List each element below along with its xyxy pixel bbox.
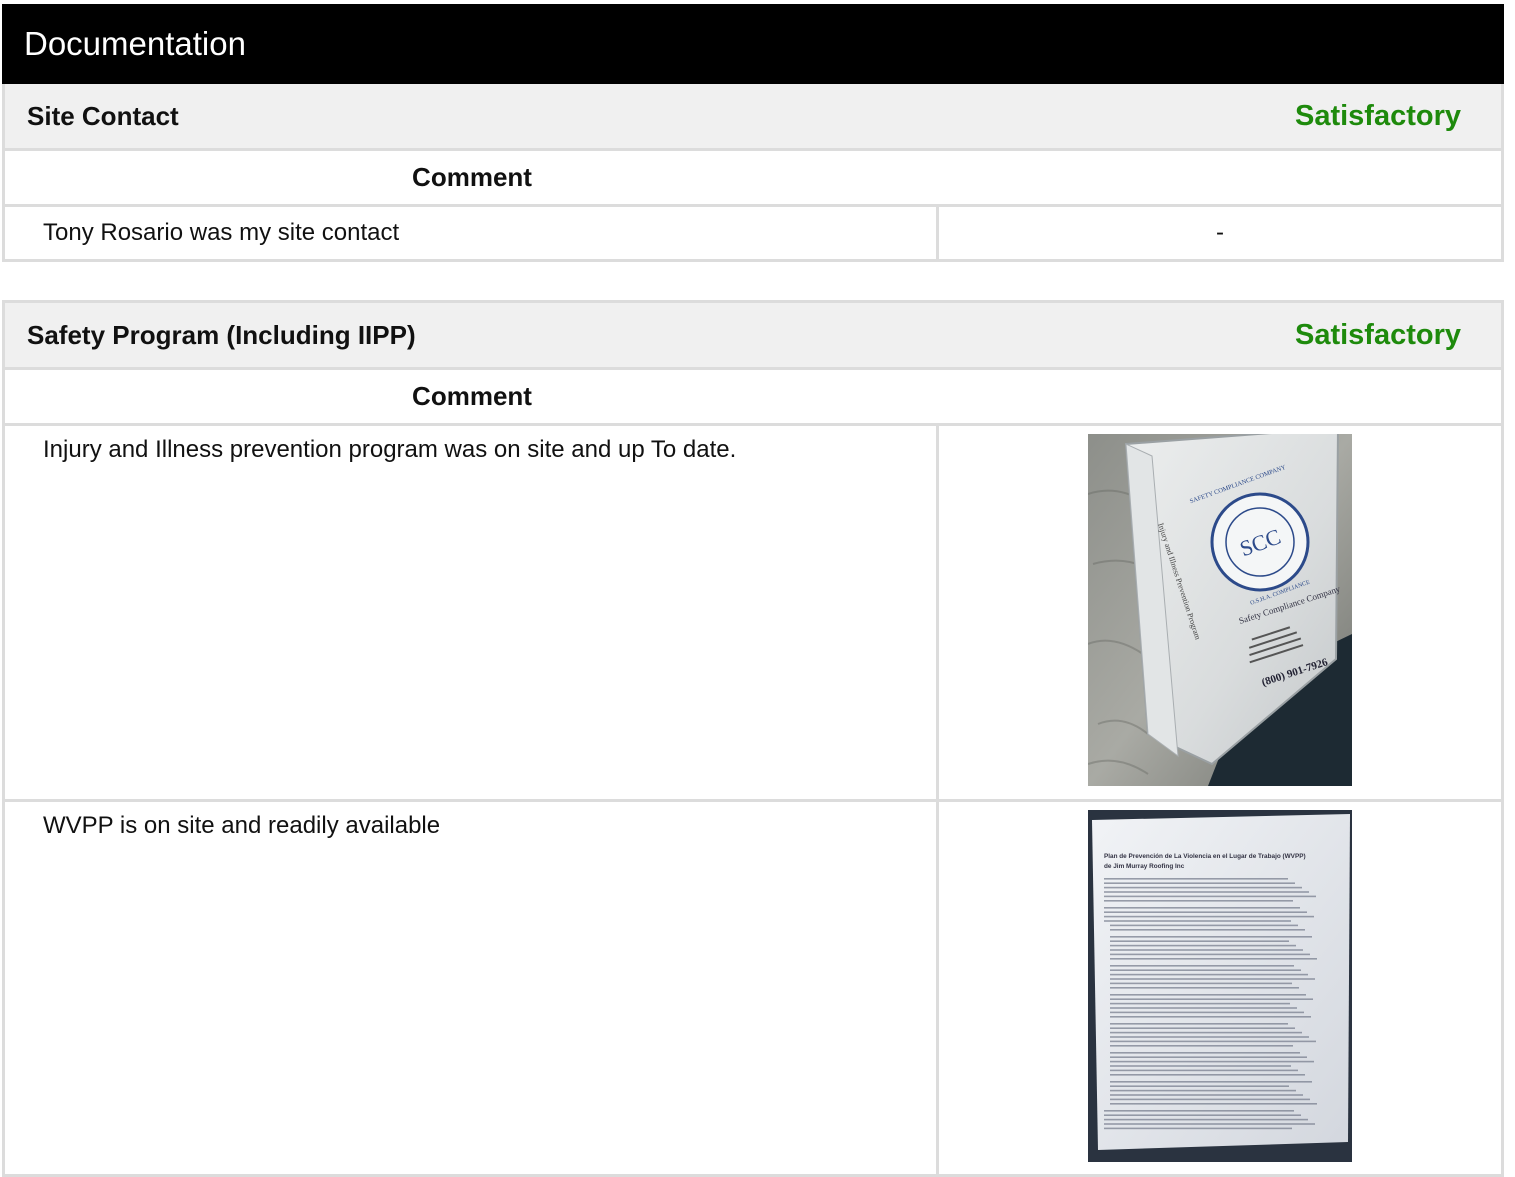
document-text-line xyxy=(1110,958,1317,960)
document-text-line xyxy=(1104,1123,1315,1125)
document-text-line xyxy=(1110,944,1296,947)
document-text-line xyxy=(1104,920,1291,922)
document-text-line xyxy=(1104,1110,1294,1112)
document-text-line xyxy=(1110,1052,1300,1054)
document-text-line xyxy=(1104,1118,1308,1121)
document-text-line xyxy=(1110,1098,1310,1101)
document-text-line xyxy=(1110,953,1310,956)
document-text-line xyxy=(1110,1056,1307,1058)
document-text-line xyxy=(1110,965,1294,967)
document-text-line xyxy=(1110,1069,1298,1072)
document-text-line xyxy=(1110,973,1308,976)
section-header: Site Contact Satisfactory xyxy=(5,84,1501,151)
page-title: Documentation xyxy=(2,4,1504,84)
document-text-line xyxy=(1110,929,1305,931)
document-text-line xyxy=(1110,1081,1312,1083)
document-text-line xyxy=(1110,1036,1309,1038)
document-text-line xyxy=(1110,1007,1297,1009)
section-site-contact: Site Contact Satisfactory Comment Tony R… xyxy=(2,84,1504,262)
section-header: Safety Program (Including IIPP) Satisfac… xyxy=(5,303,1501,370)
document-text-line xyxy=(1110,1065,1291,1067)
document-text-line xyxy=(1110,994,1306,996)
document-text-line xyxy=(1110,987,1299,989)
photo-cell: SCC SAFETY COMPLIANCE COMPANY O.S.H.A. C… xyxy=(939,426,1501,799)
document-text-line xyxy=(1104,907,1300,909)
section-safety-program: Safety Program (Including IIPP) Satisfac… xyxy=(2,300,1504,1177)
document-text-line xyxy=(1104,882,1295,884)
document-text-line xyxy=(1110,1040,1316,1043)
document-text-line xyxy=(1104,1114,1301,1116)
document-text-line xyxy=(1110,949,1303,951)
document-text-line xyxy=(1110,1103,1317,1105)
comment-header-label: Comment xyxy=(412,381,532,411)
document-text-line xyxy=(1110,1074,1305,1076)
binder-photo[interactable]: SCC SAFETY COMPLIANCE COMPANY O.S.H.A. C… xyxy=(1088,434,1352,786)
report: Documentation Site Contact Satisfactory … xyxy=(2,4,1504,1177)
document-text-line xyxy=(1110,1085,1289,1087)
svg-text:Plan de Prevención de La Viole: Plan de Prevención de La Violencia en el… xyxy=(1104,853,1306,860)
document-text-line xyxy=(1104,895,1316,898)
document-text-line xyxy=(1110,1060,1314,1063)
document-text-line xyxy=(1104,1127,1292,1130)
document-text-line xyxy=(1104,886,1302,889)
photo-cell: Plan de Prevención de La Violencia en el… xyxy=(939,802,1501,1174)
document-text-line xyxy=(1110,1045,1293,1047)
document-text-line xyxy=(1110,1002,1290,1005)
comment-text: Tony Rosario was my site contact xyxy=(5,207,939,259)
comment-row: WVPP is on site and readily available Pl… xyxy=(5,802,1501,1174)
document-text-line xyxy=(1110,978,1315,980)
media-placeholder: - xyxy=(1216,219,1224,246)
document-text-line xyxy=(1104,915,1314,918)
document-text-line xyxy=(1110,1031,1302,1034)
document-text-line xyxy=(1104,891,1309,893)
svg-text:de Jim Murray Roofing Inc: de Jim Murray Roofing Inc xyxy=(1104,863,1185,870)
document-text-line xyxy=(1110,940,1289,942)
comment-header: Comment xyxy=(5,151,1501,207)
document-text-line xyxy=(1104,900,1293,902)
section-title: Safety Program (Including IIPP) xyxy=(27,319,416,350)
document-text-line xyxy=(1110,1089,1296,1092)
document-text-line xyxy=(1110,936,1312,938)
comment-row: Injury and Illness prevention program wa… xyxy=(5,426,1501,802)
document-text-line xyxy=(1110,969,1301,971)
document-photo[interactable]: Plan de Prevención de La Violencia en el… xyxy=(1088,810,1352,1162)
document-text-line xyxy=(1110,998,1313,1000)
document-text-line xyxy=(1110,924,1298,927)
status-label: Satisfactory xyxy=(1294,99,1461,132)
status-label: Satisfactory xyxy=(1294,318,1461,351)
document-text-line xyxy=(1110,1023,1288,1025)
document-text-line xyxy=(1110,1016,1311,1018)
document-text-line xyxy=(1110,982,1292,985)
comment-text: Injury and Illness prevention program wa… xyxy=(5,426,939,799)
document-text-line xyxy=(1110,1027,1295,1029)
comment-header-label: Comment xyxy=(412,162,532,192)
comment-header: Comment xyxy=(5,370,1501,426)
document-text-line xyxy=(1110,1011,1304,1014)
comment-text: WVPP is on site and readily available xyxy=(5,802,939,1174)
section-title: Site Contact xyxy=(27,100,179,131)
document-text-line xyxy=(1104,911,1307,913)
comment-row: Tony Rosario was my site contact - xyxy=(5,207,1501,259)
document-text-line xyxy=(1110,1094,1303,1096)
document-text-line xyxy=(1104,878,1288,880)
